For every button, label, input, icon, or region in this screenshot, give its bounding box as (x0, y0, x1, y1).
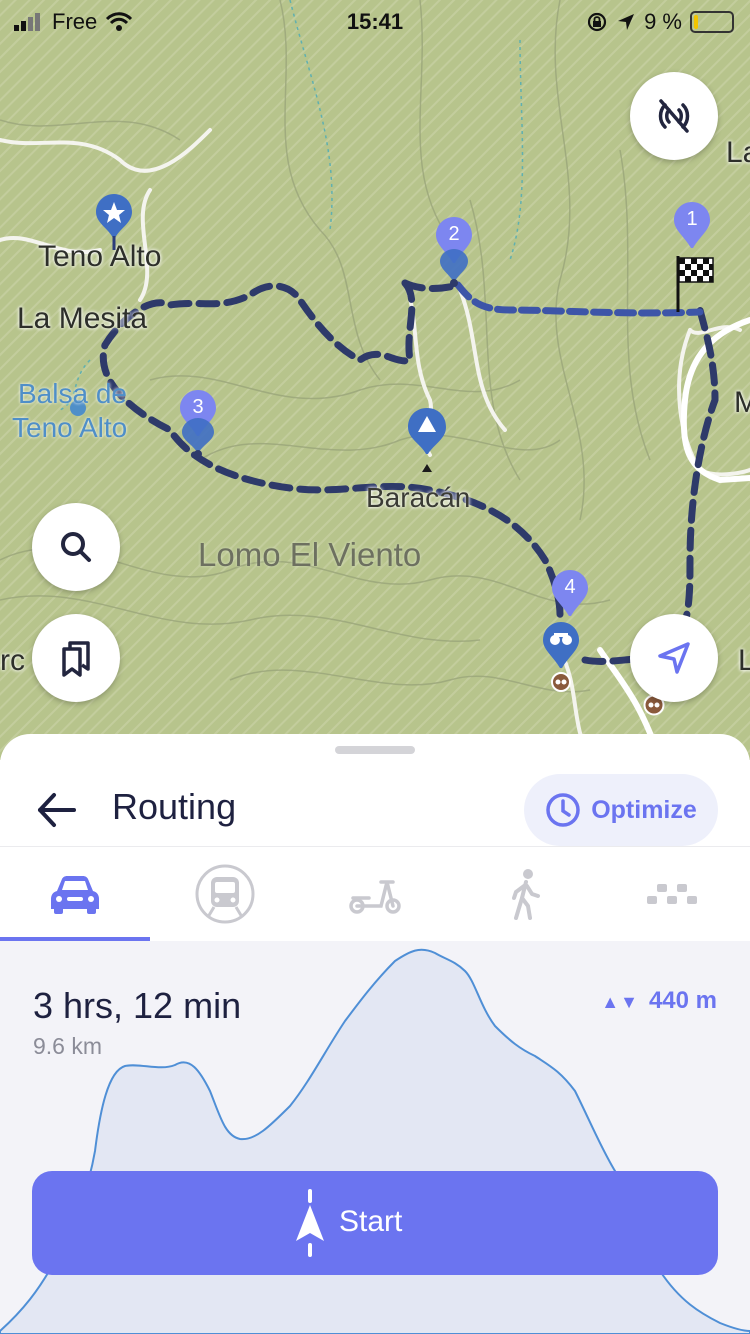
back-button[interactable] (34, 790, 78, 830)
elevation-arrows-icon: ▲▼ (601, 992, 639, 1012)
status-bar: Free 15:41 9 % (0, 0, 750, 44)
bookmarks-icon (62, 641, 90, 677)
waypoint-number: 2 (448, 223, 460, 245)
page-title: Routing (112, 786, 237, 827)
tab-public-transport[interactable] (150, 847, 300, 941)
star-poi-pin[interactable] (94, 192, 134, 257)
map-label-edge-m: M (734, 386, 750, 419)
tab-walk[interactable] (450, 847, 600, 941)
route-duration: 3 hrs, 12 min (33, 985, 242, 1026)
back-arrow-icon (38, 793, 76, 827)
bus-icon (195, 864, 255, 924)
scooter-icon (349, 880, 401, 914)
waypoint-number: 1 (686, 208, 698, 230)
elevation-profile[interactable]: 3 hrs, 12 min 9.6 km ▲▼ 440 m Start (0, 941, 750, 1334)
navigation-start-icon (296, 1189, 324, 1257)
map-label-edge-rc: rc (0, 644, 25, 677)
car-icon (51, 876, 99, 914)
search-button[interactable] (32, 503, 120, 591)
waypoint-number: 4 (564, 576, 576, 598)
sheet-grabber[interactable] (335, 746, 415, 754)
navigation-arrow-icon (658, 642, 690, 674)
more-options-icon (647, 884, 697, 904)
location-arrow-icon (618, 14, 635, 30)
optimize-button[interactable]: Optimize (524, 774, 718, 846)
my-location-button[interactable] (630, 614, 718, 702)
battery-icon (690, 11, 734, 33)
battery-percent: 9 % (644, 9, 682, 34)
tab-car[interactable] (0, 847, 150, 941)
routing-header: Routing Optimize (0, 754, 750, 846)
bookmarks-button[interactable] (32, 614, 120, 702)
transport-mode-tabs (0, 847, 750, 941)
summit-poi-pin[interactable] (406, 406, 448, 481)
optimize-label: Optimize (591, 795, 697, 824)
search-icon (61, 532, 91, 562)
map-label-balsa-de: Balsa de (18, 378, 127, 409)
route-distance: 9.6 km (33, 1033, 103, 1059)
elevation-gain: ▲▼ 440 m (601, 987, 717, 1015)
finish-flag-icon (674, 254, 718, 319)
waypoint-number: 3 (192, 396, 204, 418)
tab-scooter[interactable] (300, 847, 450, 941)
rotation-lock-icon (587, 12, 607, 32)
map-label-balsa-teno-alto: Teno Alto (12, 412, 128, 443)
start-label: Start (339, 1205, 403, 1238)
map-label-edge-la: La (726, 136, 750, 169)
walk-icon (512, 869, 540, 920)
routing-sheet: Routing Optimize 3 hrs, 12 min 9.6 km ▲▼… (0, 734, 750, 1334)
map-label-edge-l: L (738, 644, 750, 677)
viewpoint-pin[interactable] (541, 620, 581, 697)
map-view[interactable]: Teno Alto La Mesita Balsa de Teno Alto B… (0, 0, 750, 760)
elevation-value: 440 m (648, 987, 717, 1014)
tab-more[interactable] (600, 847, 750, 941)
map-label-la-mesita: La Mesita (17, 302, 148, 335)
start-button[interactable]: Start (32, 1171, 718, 1275)
clock-icon (546, 793, 580, 827)
map-label-baracan: Baracán (366, 482, 471, 513)
map-label-lomo-el-viento: Lomo El Viento (198, 536, 422, 573)
offline-button[interactable] (630, 72, 718, 160)
no-signal-icon (658, 99, 690, 133)
